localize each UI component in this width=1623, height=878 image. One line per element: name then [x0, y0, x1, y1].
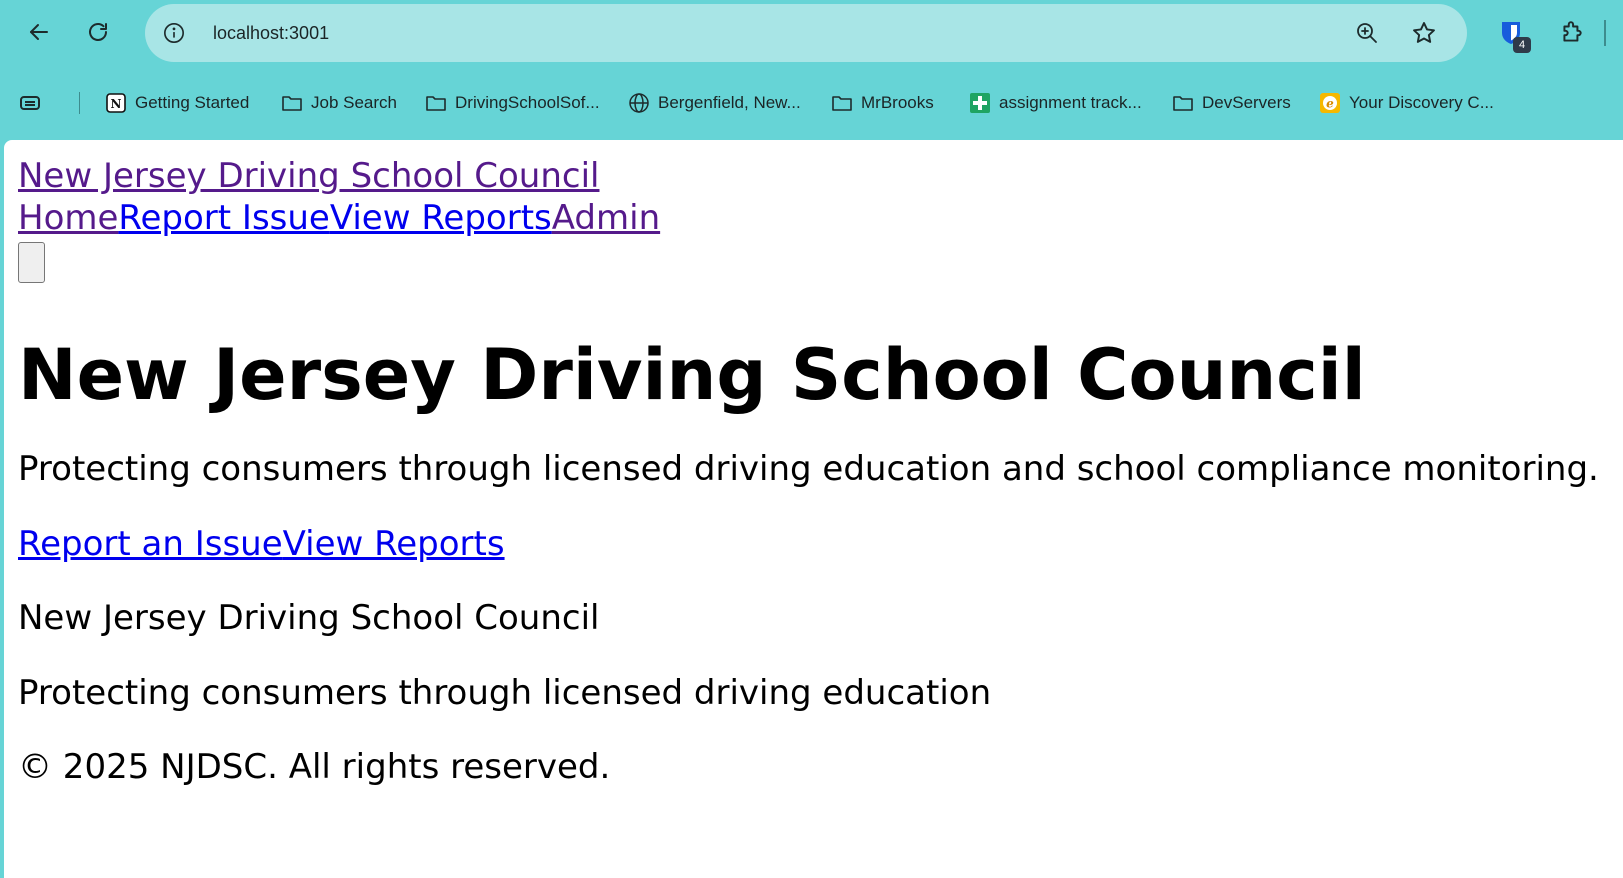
- bookmark-getting-started[interactable]: N Getting Started: [105, 84, 249, 122]
- folder-icon: [282, 96, 302, 111]
- discovery-icon: e: [1320, 93, 1340, 113]
- bookmark-driving-school-software[interactable]: DrivingSchoolSof...: [425, 84, 600, 122]
- bookmark-label: Your Discovery C...: [1349, 93, 1494, 112]
- toolbar-divider: [1604, 20, 1606, 46]
- nav-view-reports-link[interactable]: View Reports: [330, 198, 552, 238]
- extensions-puzzle-icon[interactable]: [1559, 20, 1585, 46]
- report-issue-cta-link[interactable]: Report an Issue: [18, 524, 283, 564]
- footer-name: New Jersey Driving School Council: [18, 598, 600, 638]
- zoom-icon[interactable]: [1355, 21, 1379, 45]
- nav-report-issue-link[interactable]: Report Issue: [118, 198, 329, 238]
- bookmarks-bar: N Getting Started Job Search DrivingScho…: [0, 84, 1623, 122]
- notion-icon: N: [106, 93, 126, 113]
- google-sheets-icon: [970, 93, 990, 113]
- page-viewport: New Jersey Driving School Council HomeRe…: [4, 140, 1623, 878]
- browser-toolbar: localhost:3001 4: [0, 0, 1623, 66]
- folder-icon: [832, 96, 852, 111]
- main-nav: HomeReport IssueView ReportsAdmin: [18, 197, 660, 239]
- globe-icon: [629, 93, 649, 113]
- bookmark-label: MrBrooks: [861, 93, 934, 112]
- bookmark-label: Getting Started: [135, 93, 250, 112]
- bookmark-label: Bergenfield, New...: [658, 93, 801, 112]
- bookmark-star-icon[interactable]: [1411, 20, 1437, 46]
- reload-button[interactable]: [80, 14, 116, 50]
- url-text[interactable]: localhost:3001: [213, 4, 329, 62]
- footer-tagline: Protecting consumers through licensed dr…: [18, 673, 992, 713]
- reload-icon: [89, 23, 107, 41]
- bookmark-assignment-tracker[interactable]: assignment track...: [969, 84, 1142, 122]
- hero-title: New Jersey Driving School Council: [18, 334, 1366, 416]
- site-title-link[interactable]: New Jersey Driving School Council: [18, 155, 599, 197]
- svg-text:e: e: [1326, 97, 1334, 111]
- bookmark-label: Job Search: [311, 93, 397, 112]
- bookmark-bergenfield[interactable]: Bergenfield, New...: [628, 84, 801, 122]
- site-info-icon[interactable]: [163, 22, 185, 44]
- hero-cta-links: Report an IssueView Reports: [18, 523, 505, 565]
- hero-subtitle: Protecting consumers through licensed dr…: [18, 449, 1599, 489]
- back-button[interactable]: [21, 14, 57, 50]
- bookmark-label: assignment track...: [999, 93, 1142, 112]
- bookmark-mrbrooks[interactable]: MrBrooks: [831, 84, 934, 122]
- bookmark-label: DrivingSchoolSof...: [455, 93, 600, 112]
- footer-copyright: © 2025 NJDSC. All rights reserved.: [18, 747, 611, 787]
- bookmark-label: DevServers: [1202, 93, 1291, 112]
- back-arrow-icon: [30, 24, 48, 40]
- bookmark-devservers[interactable]: DevServers: [1172, 84, 1291, 122]
- folder-icon: [426, 96, 446, 111]
- view-reports-cta-link[interactable]: View Reports: [283, 524, 505, 564]
- folder-icon: [1173, 96, 1193, 111]
- bookmark-job-search[interactable]: Job Search: [281, 84, 397, 122]
- nav-home-link[interactable]: Home: [18, 198, 118, 238]
- bookmark-your-discovery[interactable]: e Your Discovery C...: [1319, 84, 1494, 122]
- svg-text:N: N: [111, 97, 122, 111]
- address-bar[interactable]: localhost:3001: [145, 4, 1467, 62]
- menu-toggle-button[interactable]: [18, 242, 45, 283]
- extension-badge: 4: [1513, 37, 1531, 53]
- nav-admin-link[interactable]: Admin: [552, 198, 660, 238]
